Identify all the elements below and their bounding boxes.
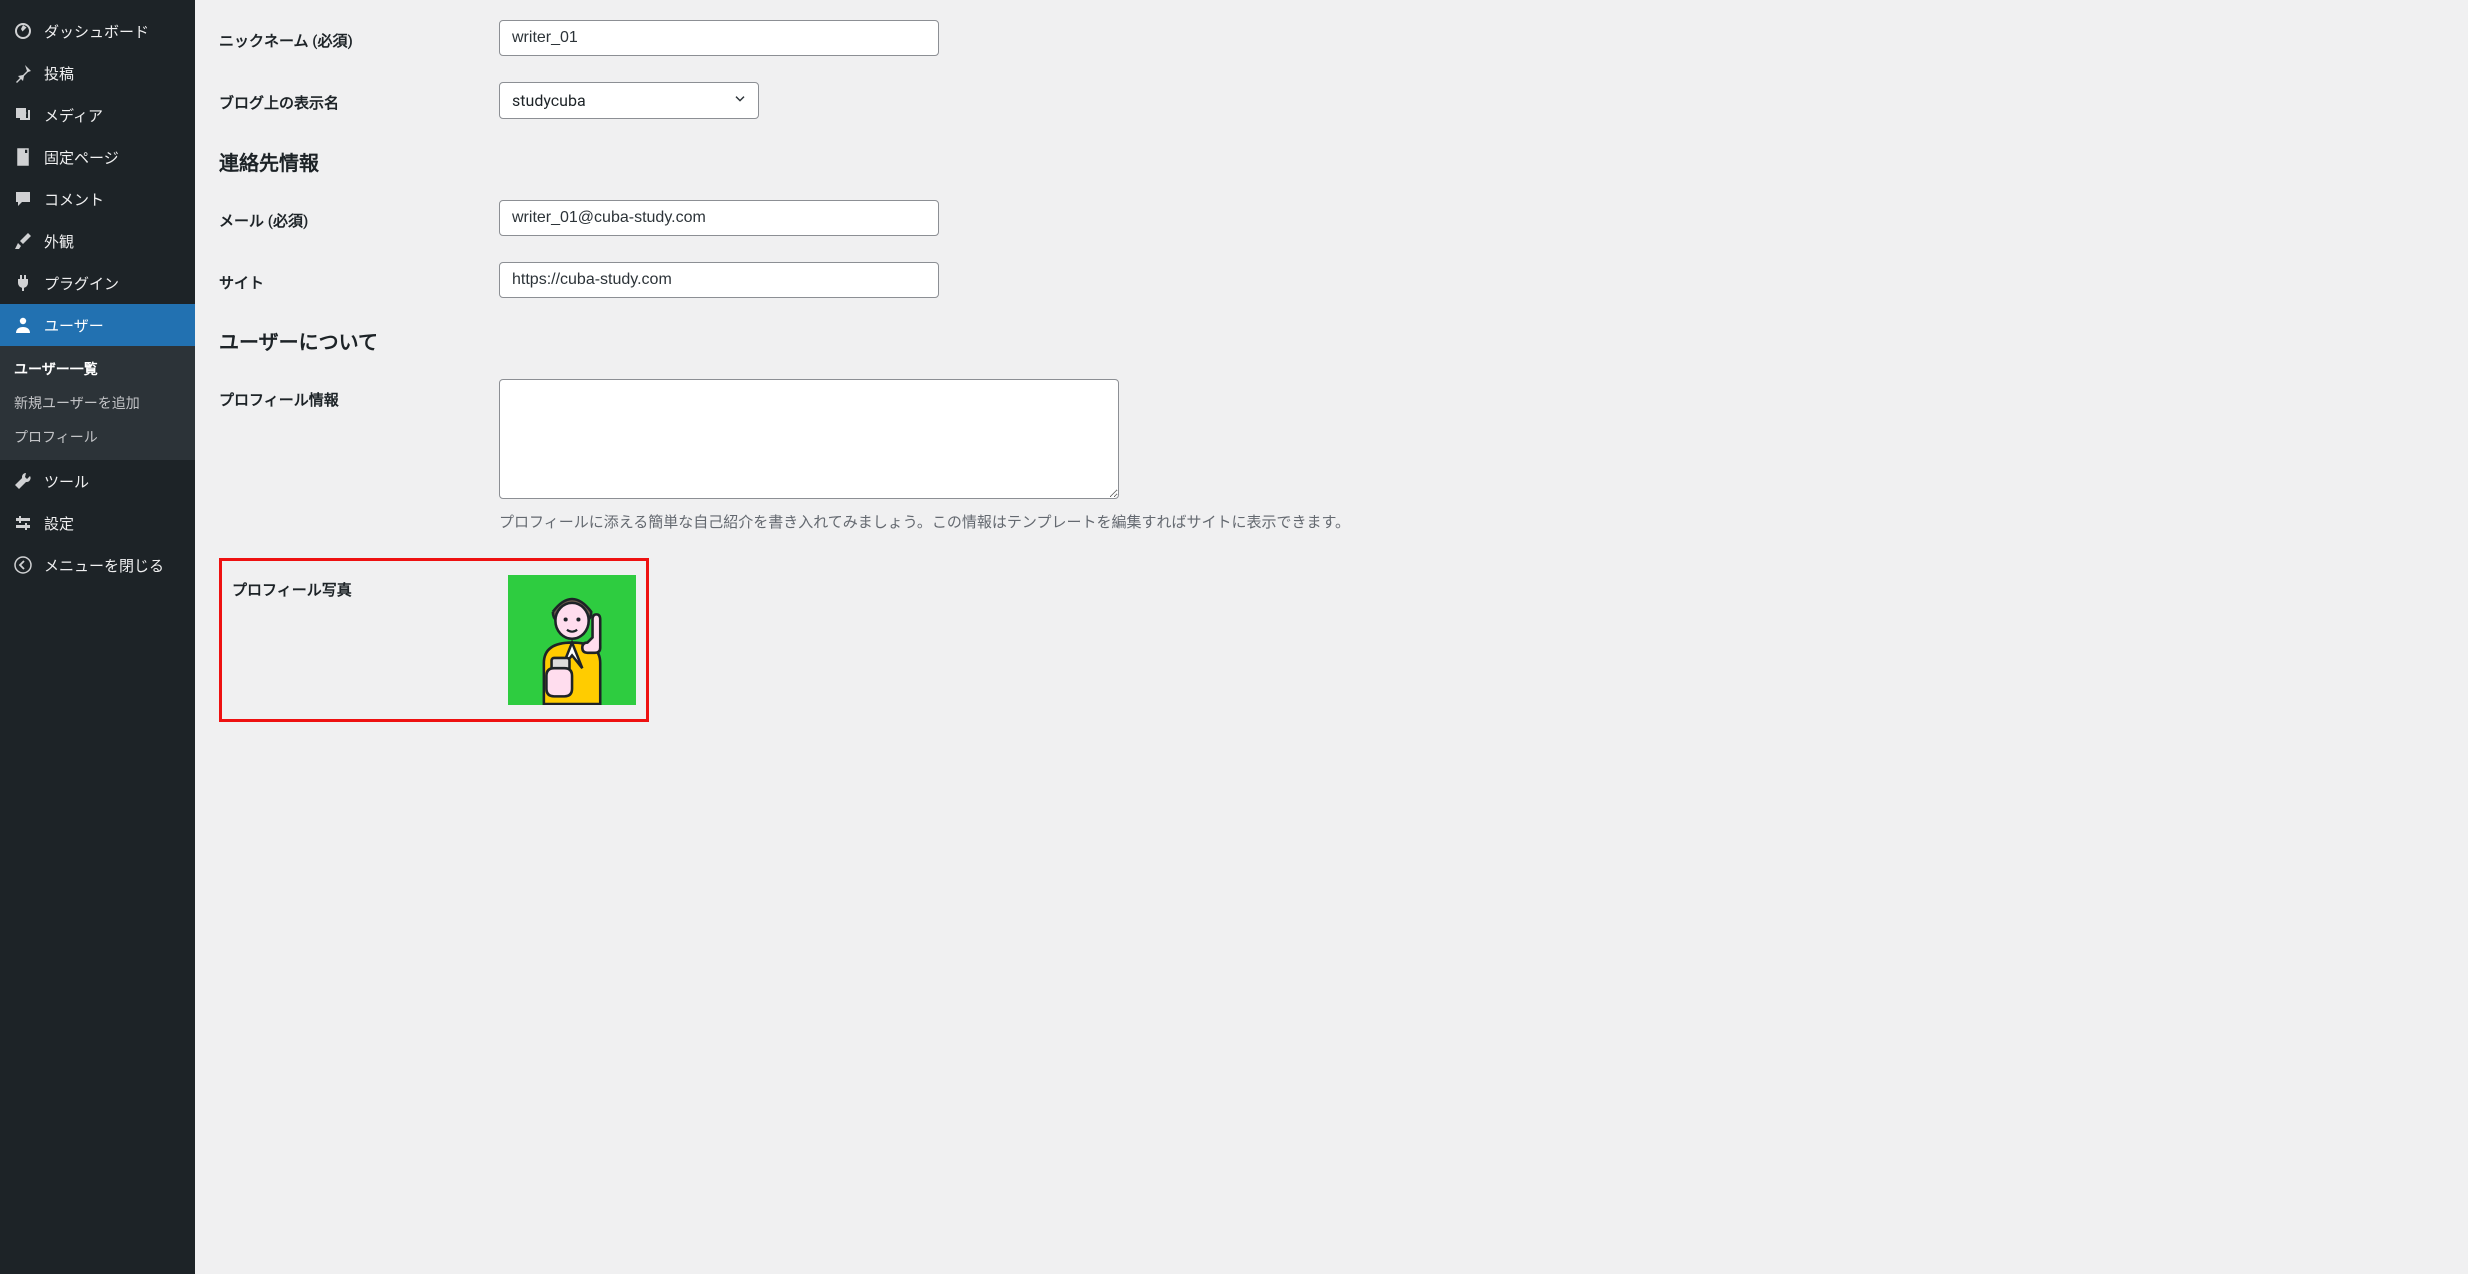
row-nickname: ニックネーム (必須) (219, 20, 2444, 56)
email-label: メール (必須) (219, 200, 499, 231)
main-content: ニックネーム (必須) ブログ上の表示名 studycuba 連絡先情報 メール… (195, 0, 2468, 1274)
pin-icon (12, 62, 34, 84)
nickname-input[interactable] (499, 20, 939, 56)
sidebar-label: ダッシュボード (44, 21, 149, 42)
admin-sidebar: ダッシュボード 投稿 メディア 固定ページ コメント 外観 プラグイン (0, 0, 195, 1274)
comment-icon (12, 188, 34, 210)
contact-heading: 連絡先情報 (219, 147, 2444, 176)
sidebar-users-submenu: ユーザー一覧 新規ユーザーを追加 プロフィール (0, 346, 195, 460)
display-name-label: ブログ上の表示名 (219, 82, 499, 113)
email-input[interactable] (499, 200, 939, 236)
brush-icon (12, 230, 34, 252)
sidebar-item-users[interactable]: ユーザー (0, 304, 195, 346)
sidebar-item-pages[interactable]: 固定ページ (0, 136, 195, 178)
row-display-name: ブログ上の表示名 studycuba (219, 82, 2444, 119)
row-site: サイト (219, 262, 2444, 298)
sidebar-item-media[interactable]: メディア (0, 94, 195, 136)
tools-icon (12, 470, 34, 492)
sidebar-item-collapse[interactable]: メニューを閉じる (0, 544, 195, 586)
sidebar-label: 固定ページ (44, 147, 119, 168)
sidebar-item-plugins[interactable]: プラグイン (0, 262, 195, 304)
sidebar-item-comments[interactable]: コメント (0, 178, 195, 220)
bio-textarea[interactable] (499, 379, 1119, 499)
sidebar-label: コメント (44, 189, 104, 210)
dashboard-icon (12, 20, 34, 42)
chevron-down-icon (732, 91, 748, 111)
sidebar-item-dashboard[interactable]: ダッシュボード (0, 10, 195, 52)
sidebar-label: 外観 (44, 231, 74, 252)
row-email: メール (必須) (219, 200, 2444, 236)
sidebar-label: 設定 (44, 513, 74, 534)
site-input[interactable] (499, 262, 939, 298)
user-icon (12, 314, 34, 336)
about-heading: ユーザーについて (219, 326, 2444, 355)
avatar-label: プロフィール写真 (232, 575, 508, 600)
sidebar-sub-users-new[interactable]: 新規ユーザーを追加 (0, 386, 195, 420)
profile-photo-highlight: プロフィール写真 (219, 558, 649, 722)
sidebar-label: メディア (44, 105, 103, 126)
settings-icon (12, 512, 34, 534)
sidebar-item-posts[interactable]: 投稿 (0, 52, 195, 94)
sidebar-label: プラグイン (44, 273, 119, 294)
sidebar-item-tools[interactable]: ツール (0, 460, 195, 502)
sidebar-item-appearance[interactable]: 外観 (0, 220, 195, 262)
avatar (508, 575, 636, 705)
sidebar-label: ユーザー (44, 315, 104, 336)
display-name-select[interactable]: studycuba (499, 82, 759, 119)
display-name-value: studycuba (512, 91, 586, 110)
sidebar-sub-users-profile[interactable]: プロフィール (0, 420, 195, 454)
nickname-label: ニックネーム (必須) (219, 20, 499, 51)
avatar-person-icon (508, 575, 636, 705)
sidebar-sub-users-list[interactable]: ユーザー一覧 (0, 352, 195, 386)
sidebar-label: ツール (44, 471, 89, 492)
bio-label: プロフィール情報 (219, 379, 499, 410)
bio-help-text: プロフィールに添える簡単な自己紹介を書き入れてみましょう。この情報はテンプレート… (499, 511, 2444, 532)
sidebar-item-settings[interactable]: 設定 (0, 502, 195, 544)
row-bio: プロフィール情報 プロフィールに添える簡単な自己紹介を書き入れてみましょう。この… (219, 379, 2444, 532)
plugin-icon (12, 272, 34, 294)
pages-icon (12, 146, 34, 168)
media-icon (12, 104, 34, 126)
collapse-icon (12, 554, 34, 576)
sidebar-label: 投稿 (44, 63, 74, 84)
sidebar-label: メニューを閉じる (44, 555, 164, 576)
site-label: サイト (219, 262, 499, 293)
